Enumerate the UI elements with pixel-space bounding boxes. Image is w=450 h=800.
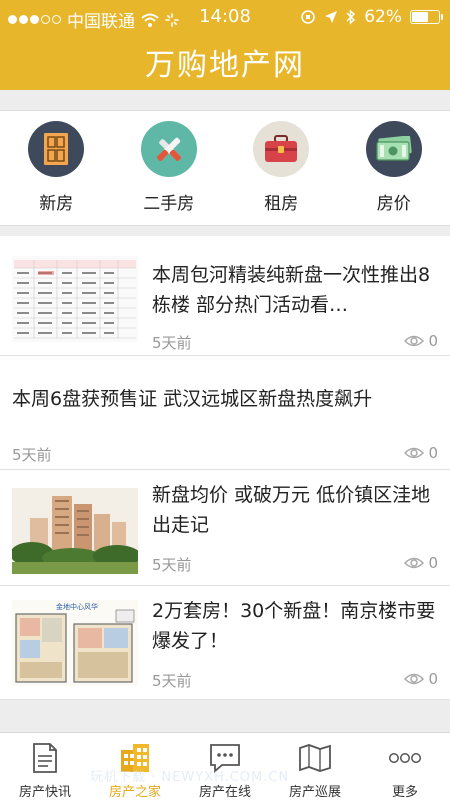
news-views: 0 xyxy=(404,554,438,572)
news-time: 5天前 xyxy=(12,446,52,464)
tab-label: 房产之家 xyxy=(108,785,161,800)
status-bar: 中国联通 14:08 62% xyxy=(0,0,450,34)
location-icon xyxy=(325,11,338,23)
tab-label: 更多 xyxy=(391,785,418,800)
buildings-thumbnail xyxy=(12,488,138,574)
news-title: 本周6盘获预售证 武汉远城区新盘热度飙升 xyxy=(12,388,373,410)
news-title: 本周包河精装纯新盘一次性推出8栋楼 部分热门活动看… xyxy=(152,264,431,316)
tab-exhibition[interactable]: 房产巡展 xyxy=(270,733,360,800)
tab-label: 房产快讯 xyxy=(18,785,71,800)
header-bar: 中国联通 14:08 62% 万购地产网 xyxy=(0,0,450,90)
news-list: 本周包河精装纯新盘一次性推出8栋楼 部分热门活动看… 5天前 0 本周6盘获预售… xyxy=(0,236,450,700)
tab-label: 房产在线 xyxy=(198,785,251,800)
tab-label: 房产巡展 xyxy=(288,785,341,800)
eye-icon xyxy=(404,335,425,347)
tab-bar: 房产快讯 房产之家 房产在线 房产巡展 更多 xyxy=(0,732,450,800)
news-views: 0 xyxy=(404,332,438,350)
news-item[interactable]: 本周6盘获预售证 武汉远城区新盘热度飙升 5天前 0 xyxy=(0,356,450,470)
news-time: 5天前 xyxy=(152,556,192,574)
news-time: 5天前 xyxy=(152,672,192,690)
news-item[interactable]: 金地中心风华 2万套房！30个新盘！南京楼市要爆发了！ 5天前 0 xyxy=(0,586,450,700)
page-title: 万购地产网 xyxy=(145,48,305,83)
battery-icon xyxy=(410,10,443,24)
tools-icon xyxy=(140,121,197,177)
category-label: 房价 xyxy=(376,194,411,214)
document-icon xyxy=(28,741,62,775)
eye-icon xyxy=(404,447,425,459)
category-label: 新房 xyxy=(39,194,74,214)
eye-icon xyxy=(404,673,425,685)
table-thumbnail xyxy=(12,256,138,342)
news-item[interactable]: 新盘均价 或破万元 低价镇区洼地出走记 5天前 0 xyxy=(0,470,450,586)
category-new-house[interactable]: 新房 xyxy=(0,111,113,225)
news-views: 0 xyxy=(404,444,438,462)
news-item[interactable]: 本周包河精装纯新盘一次性推出8栋楼 部分热门活动看… 5天前 0 xyxy=(0,236,450,356)
news-views: 0 xyxy=(404,670,438,688)
news-time: 5天前 xyxy=(152,334,192,352)
building-icon xyxy=(118,741,152,775)
toolbox-icon xyxy=(253,121,310,177)
category-label: 二手房 xyxy=(143,194,195,214)
tab-home[interactable]: 房产之家 xyxy=(90,733,180,800)
map-icon xyxy=(298,741,332,775)
bluetooth-icon xyxy=(346,9,356,25)
tab-online[interactable]: 房产在线 xyxy=(180,733,270,800)
chat-icon xyxy=(208,741,242,775)
tab-news-flash[interactable]: 房产快讯 xyxy=(0,733,90,800)
category-price[interactable]: 房价 xyxy=(338,111,450,225)
door-icon xyxy=(28,121,85,177)
tab-more[interactable]: 更多 xyxy=(360,733,450,800)
category-label: 租房 xyxy=(264,194,299,214)
eye-icon xyxy=(404,557,425,569)
battery-percent: 62% xyxy=(364,7,402,27)
category-rental[interactable]: 租房 xyxy=(225,111,338,225)
category-second-hand[interactable]: 二手房 xyxy=(113,111,226,225)
thumbnail-caption: 金地中心风华 xyxy=(56,602,98,611)
category-grid: 新房 二手房 租房 房价 xyxy=(0,110,450,226)
cash-icon xyxy=(365,121,422,177)
floorplan-thumbnail: 金地中心风华 xyxy=(12,600,138,686)
orientation-lock-icon xyxy=(301,10,316,24)
news-title: 新盘均价 或破万元 低价镇区洼地出走记 xyxy=(152,484,431,536)
more-icon xyxy=(388,741,422,775)
news-title: 2万套房！30个新盘！南京楼市要爆发了！ xyxy=(152,600,436,652)
